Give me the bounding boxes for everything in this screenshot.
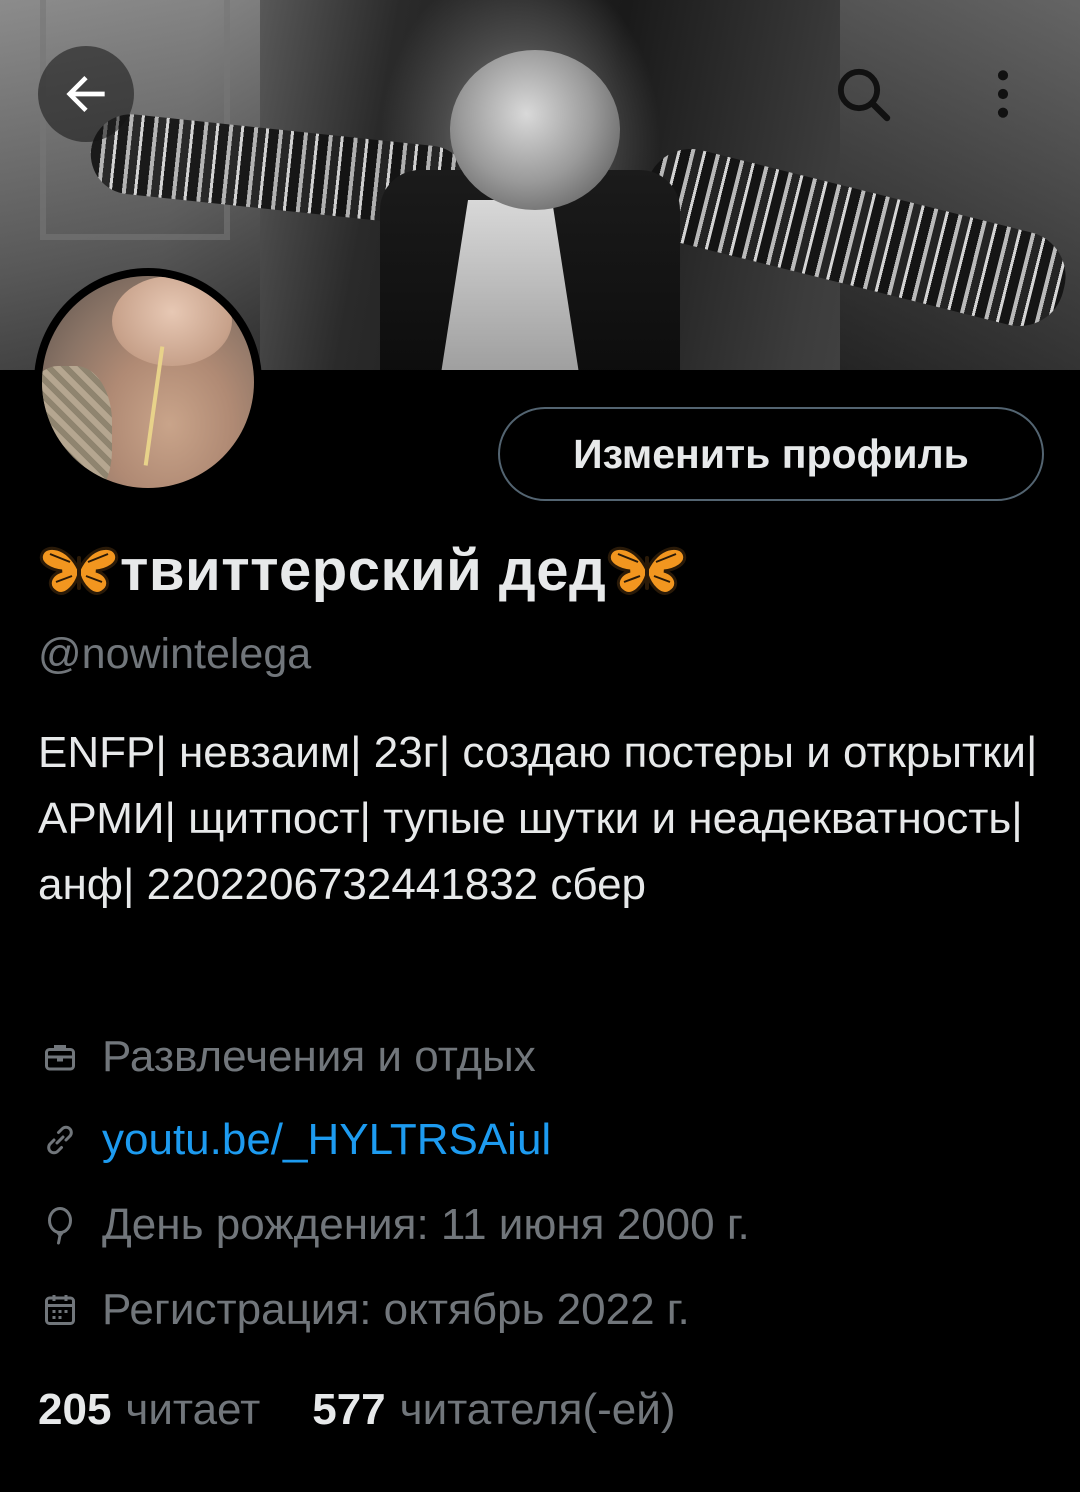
more-button[interactable] <box>955 46 1051 142</box>
following-link[interactable]: 205 читает <box>38 1385 260 1435</box>
user-handle: @nowintelega <box>38 630 312 678</box>
joined-row: Регистрация: октябрь 2022 г. <box>38 1280 690 1340</box>
banner-head <box>450 50 620 210</box>
back-button[interactable] <box>38 46 134 142</box>
birthday-row: День рождения: 11 июня 2000 г. <box>38 1195 750 1255</box>
following-count: 205 <box>38 1385 112 1434</box>
website-link[interactable]: youtu.be/_HYLTRSAiul <box>102 1115 551 1165</box>
avatar-image <box>42 276 254 488</box>
avatar-hand <box>112 276 232 366</box>
briefcase-icon <box>38 1035 82 1079</box>
butterfly-icon <box>39 546 119 595</box>
calendar-icon <box>38 1288 82 1332</box>
search-icon <box>837 68 891 122</box>
edit-profile-button[interactable]: Изменить профиль <box>498 407 1044 501</box>
balloon-icon <box>38 1203 82 1247</box>
more-vertical-icon <box>997 70 1009 118</box>
followers-count: 577 <box>312 1385 386 1434</box>
avatar-sweater <box>42 366 112 488</box>
avatar-necklace <box>143 346 165 466</box>
butterfly-icon <box>608 546 687 595</box>
following-label: читает <box>125 1385 261 1434</box>
followers-label: читателя(-ей) <box>399 1385 676 1434</box>
profile-bio: ENFP| невзаим| 23г| создаю постеры и отк… <box>38 728 1038 909</box>
display-name: твиттерский дед <box>38 530 688 610</box>
category-text: Развлечения и отдых <box>102 1032 536 1081</box>
search-button[interactable] <box>815 46 911 142</box>
birthday-text: День рождения: 11 июня 2000 г. <box>102 1200 750 1249</box>
avatar[interactable] <box>34 268 262 496</box>
category-row: Развлечения и отдых <box>38 1027 536 1087</box>
link-icon <box>38 1118 82 1162</box>
display-name-text: твиттерский дед <box>120 537 607 603</box>
arrow-left-icon <box>66 76 105 112</box>
joined-text: Регистрация: октябрь 2022 г. <box>102 1285 690 1334</box>
follow-stats: 205 читает 577 читателя(-ей) <box>38 1380 675 1440</box>
website-row: youtu.be/_HYLTRSAiul <box>38 1110 551 1170</box>
followers-link[interactable]: 577 читателя(-ей) <box>312 1385 675 1435</box>
